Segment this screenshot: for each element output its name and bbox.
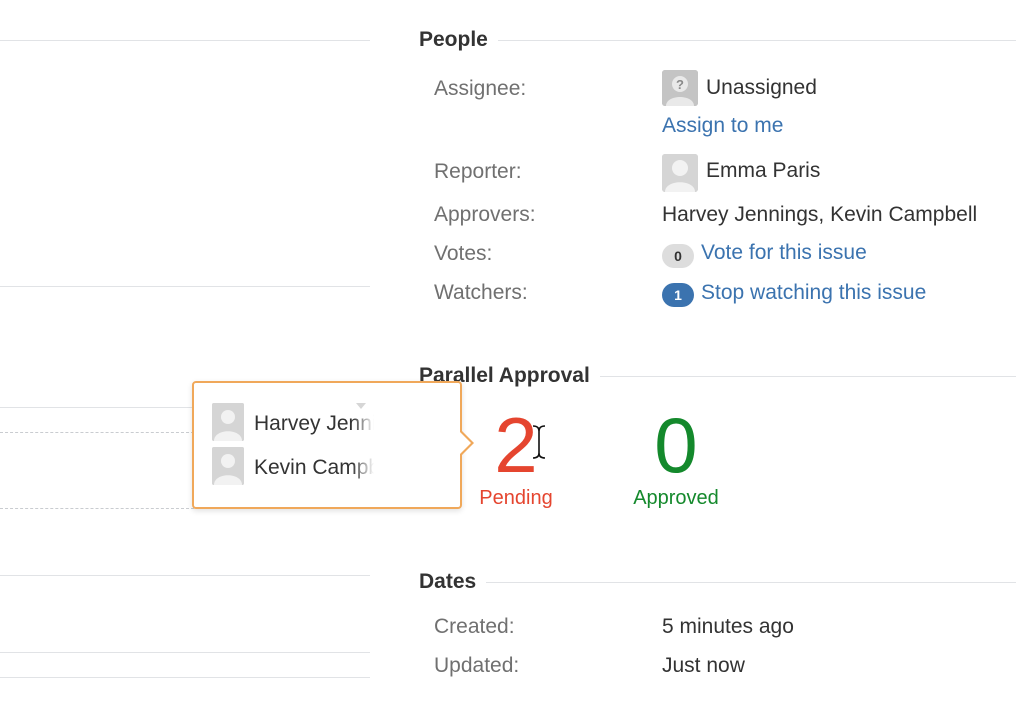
votes-label: Votes:	[434, 242, 493, 265]
reporter-value[interactable]: Emma Paris	[706, 159, 820, 183]
created-label: Created:	[434, 615, 515, 638]
left-divider	[0, 40, 370, 41]
updated-value: Just now	[662, 654, 745, 677]
approved-label[interactable]: Approved	[616, 486, 736, 510]
dates-section-rule	[419, 582, 1016, 583]
watchers-label: Watchers:	[434, 281, 528, 304]
people-section-title: People	[419, 28, 498, 52]
people-section-rule	[419, 40, 1016, 41]
popup-list: Harvey Jennings Kevin Campbell	[194, 383, 374, 507]
assignee-value: Unassigned	[706, 76, 817, 99]
popup-pointer-fill	[459, 431, 471, 455]
approved-count[interactable]: 0	[636, 406, 716, 484]
updated-label: Updated:	[434, 654, 520, 677]
user-avatar-icon	[212, 447, 244, 485]
left-divider	[0, 286, 370, 287]
text-cursor-icon	[530, 424, 548, 465]
stop-watching-link[interactable]: Stop watching this issue	[701, 281, 926, 305]
scroll-caret-icon	[356, 403, 366, 409]
votes-count-badge: 0	[662, 244, 694, 268]
assign-to-me-link[interactable]: Assign to me	[662, 114, 783, 138]
approvers-value: Harvey Jennings, Kevin Campbell	[662, 203, 978, 226]
assignee-label: Assignee:	[434, 77, 527, 100]
created-value: 5 minutes ago	[662, 615, 794, 638]
dates-section-title: Dates	[419, 570, 487, 594]
user-avatar-icon	[212, 403, 244, 441]
pending-label[interactable]: Pending	[466, 486, 566, 510]
pending-approvers-popup: Harvey Jennings Kevin Campbell	[192, 381, 474, 509]
watchers-count-badge: 1	[662, 283, 694, 307]
unknown-user-avatar-icon: ?	[662, 70, 698, 106]
reporter-label: Reporter:	[434, 160, 522, 183]
svg-text:?: ?	[676, 77, 684, 92]
user-avatar-icon	[662, 154, 698, 192]
popup-fade	[352, 383, 374, 507]
vote-for-issue-link[interactable]: Vote for this issue	[701, 241, 867, 265]
left-divider	[0, 677, 370, 678]
left-divider	[0, 652, 370, 653]
left-divider	[0, 575, 370, 576]
approvers-label: Approvers:	[434, 203, 536, 226]
